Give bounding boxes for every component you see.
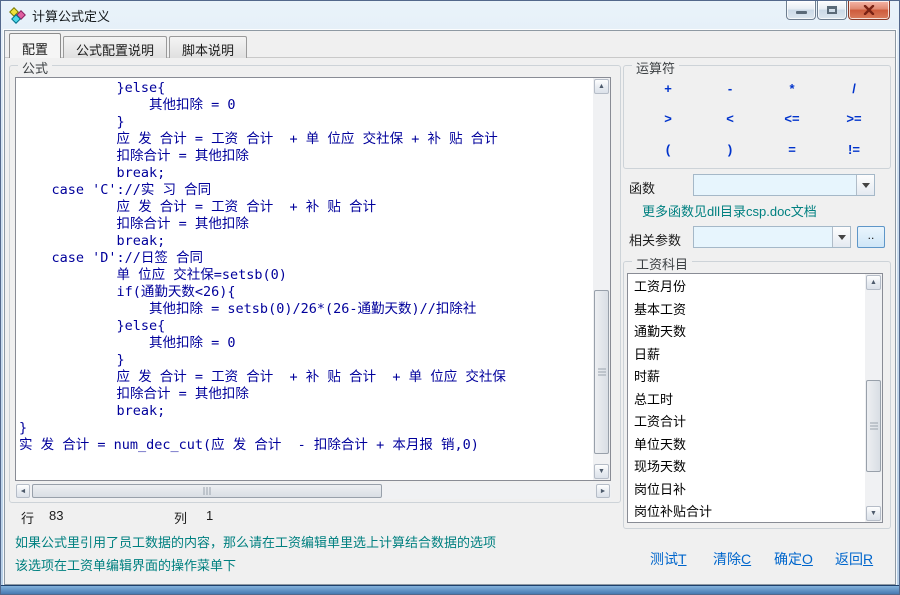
app-icon bbox=[9, 7, 27, 25]
operator-eq[interactable]: = bbox=[761, 134, 823, 165]
minimize-icon bbox=[796, 11, 807, 14]
thumb-grip bbox=[598, 369, 606, 376]
formula-code-editor[interactable]: }else{ 其他扣除 = 0 } 应 发 合计 = 工资 合计 + 单 位应 … bbox=[15, 77, 611, 481]
list-item[interactable]: 基本工资 bbox=[628, 299, 864, 322]
clear-button-label: 清除 bbox=[713, 551, 741, 567]
ok-button-mnemonic: O bbox=[802, 551, 813, 567]
list-item[interactable]: 通勤天数 bbox=[628, 321, 864, 344]
tab-config[interactable]: 配置 bbox=[9, 33, 61, 58]
hscroll-thumb[interactable] bbox=[32, 484, 382, 498]
params-combobox[interactable] bbox=[693, 226, 851, 248]
params-combobox-value bbox=[694, 227, 832, 247]
chevron-down-icon bbox=[838, 235, 846, 240]
operator-plus[interactable]: + bbox=[637, 73, 699, 104]
cursor-row-label: 行 bbox=[21, 508, 34, 527]
list-item[interactable]: 工资合计 bbox=[628, 411, 864, 434]
window-controls bbox=[785, 1, 890, 20]
dialog-client: 配置 公式配置说明 脚本说明 公式 }else{ 其他扣除 = 0 } 应 发 … bbox=[4, 30, 896, 585]
tab-formula-help-label: 公式配置说明 bbox=[76, 43, 154, 58]
thumb-grip bbox=[870, 423, 878, 430]
operator-ge[interactable]: >= bbox=[823, 104, 885, 135]
hint-line-2: 该选项在工资单编辑界面的操作菜单下 bbox=[15, 555, 236, 574]
list-viewport: 工资月份 基本工资 通勤天数 日薪 时薪 总工时 工资合计 单位天数 现场天数 … bbox=[628, 276, 864, 522]
tab-script-help-label: 脚本说明 bbox=[182, 43, 234, 58]
ok-button[interactable]: 确定O bbox=[774, 549, 813, 569]
cursor-row-value: 83 bbox=[49, 508, 63, 523]
dialog-window: 计算公式定义 配置 公式配置说明 脚本说明 公式 }else{ bbox=[0, 0, 900, 595]
chevron-down-icon bbox=[862, 183, 870, 188]
tab-config-label: 配置 bbox=[22, 42, 48, 57]
formula-code-text[interactable]: }else{ 其他扣除 = 0 } 应 发 合计 = 工资 合计 + 单 位应 … bbox=[19, 80, 592, 480]
operator-lt[interactable]: < bbox=[699, 104, 761, 135]
ok-button-label: 确定 bbox=[774, 551, 802, 567]
list-item[interactable]: 总工时 bbox=[628, 389, 864, 412]
operators-grid: + - * / > < <= >= ( ) = != bbox=[637, 73, 885, 165]
minimize-button[interactable] bbox=[786, 1, 816, 20]
operator-rparen[interactable]: ) bbox=[699, 134, 761, 165]
operator-gt[interactable]: > bbox=[637, 104, 699, 135]
scroll-down-button[interactable]: ▼ bbox=[866, 506, 881, 521]
tab-formula-help[interactable]: 公式配置说明 bbox=[63, 36, 167, 58]
operator-minus[interactable]: - bbox=[699, 73, 761, 104]
more-functions-link[interactable]: 更多函数见dll目录csp.doc文档 bbox=[642, 201, 817, 220]
clear-button[interactable]: 清除C bbox=[713, 549, 751, 569]
vscroll-thumb[interactable] bbox=[594, 290, 609, 454]
test-button-label: 测试 bbox=[650, 551, 678, 567]
maximize-icon bbox=[827, 6, 837, 14]
thumb-grip bbox=[204, 487, 211, 495]
function-label: 函数 bbox=[629, 178, 655, 197]
hint-line-1: 如果公式里引用了员工数据的内容，那么请在工资编辑单里选上计算结合数据的选项 bbox=[15, 532, 496, 551]
tabstrip: 配置 公式配置说明 脚本说明 bbox=[9, 33, 249, 58]
list-item[interactable]: 岗位日补 bbox=[628, 479, 864, 502]
tab-script-help[interactable]: 脚本说明 bbox=[169, 36, 247, 58]
window-title: 计算公式定义 bbox=[32, 6, 110, 25]
function-combobox-value bbox=[694, 175, 856, 195]
list-item[interactable]: 时薪 bbox=[628, 366, 864, 389]
list-item[interactable]: 工资月份 bbox=[628, 276, 864, 299]
close-button[interactable] bbox=[848, 1, 890, 20]
scroll-left-button[interactable]: ◄ bbox=[16, 484, 30, 498]
return-button[interactable]: 返回R bbox=[835, 549, 873, 569]
operator-ne[interactable]: != bbox=[823, 134, 885, 165]
scroll-down-button[interactable]: ▼ bbox=[594, 464, 609, 479]
function-combobox[interactable] bbox=[693, 174, 875, 196]
operator-divide[interactable]: / bbox=[823, 73, 885, 104]
params-label: 相关参数 bbox=[629, 230, 681, 249]
window-frame-bottom bbox=[1, 585, 899, 594]
clear-button-mnemonic: C bbox=[741, 551, 751, 567]
editor-vscrollbar[interactable]: ▲ ▼ bbox=[593, 78, 610, 480]
cursor-col-label: 列 bbox=[174, 508, 187, 527]
list-vscrollbar[interactable]: ▲ ▼ bbox=[865, 274, 882, 522]
scroll-right-button[interactable]: ► bbox=[596, 484, 610, 498]
screenshot: 计算公式定义 配置 公式配置说明 脚本说明 公式 }else{ bbox=[0, 0, 900, 595]
scroll-up-button[interactable]: ▲ bbox=[866, 275, 881, 290]
params-dropdown-button[interactable] bbox=[832, 227, 850, 247]
list-item[interactable]: 日薪 bbox=[628, 344, 864, 367]
operator-multiply[interactable]: * bbox=[761, 73, 823, 104]
cursor-col-value: 1 bbox=[206, 508, 213, 523]
vscroll-thumb[interactable] bbox=[866, 380, 881, 472]
salary-subjects-list[interactable]: 工资月份 基本工资 通勤天数 日薪 时薪 总工时 工资合计 单位天数 现场天数 … bbox=[627, 273, 883, 523]
return-button-label: 返回 bbox=[835, 551, 863, 567]
close-icon bbox=[863, 5, 875, 15]
return-button-mnemonic: R bbox=[863, 551, 873, 567]
params-browse-button[interactable]: .. bbox=[857, 226, 885, 248]
test-button[interactable]: 测试T bbox=[650, 549, 687, 569]
editor-hscrollbar[interactable]: ◄ ► bbox=[15, 483, 611, 499]
maximize-button[interactable] bbox=[817, 1, 847, 20]
scroll-up-button[interactable]: ▲ bbox=[594, 79, 609, 94]
subjects-group-label: 工资科目 bbox=[632, 254, 692, 273]
list-item[interactable]: 岗位补贴合计 bbox=[628, 501, 864, 522]
test-button-mnemonic: T bbox=[678, 551, 687, 567]
operator-le[interactable]: <= bbox=[761, 104, 823, 135]
titlebar[interactable]: 计算公式定义 bbox=[1, 1, 899, 30]
operator-lparen[interactable]: ( bbox=[637, 134, 699, 165]
list-item[interactable]: 现场天数 bbox=[628, 456, 864, 479]
list-item[interactable]: 单位天数 bbox=[628, 434, 864, 457]
formula-group-label: 公式 bbox=[18, 58, 52, 77]
function-dropdown-button[interactable] bbox=[856, 175, 874, 195]
